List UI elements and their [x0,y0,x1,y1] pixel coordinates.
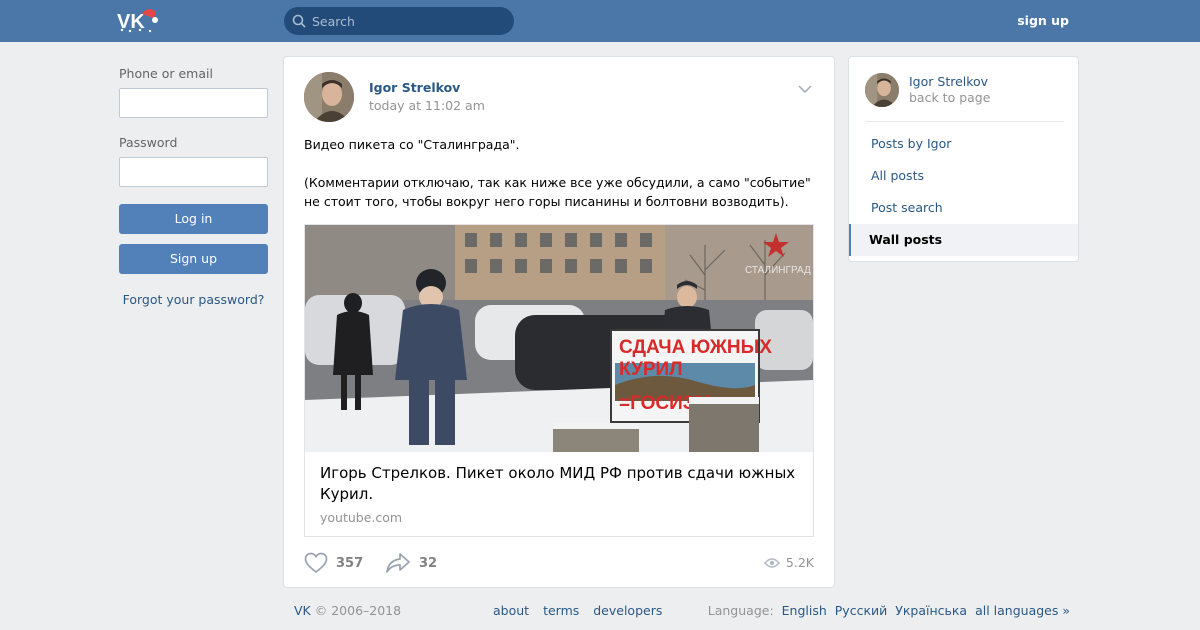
eye-icon [763,557,780,568]
placard-text: СДАЧА ЮЖНЫХ [619,337,772,358]
menu-item-posts-by-owner[interactable]: Posts by Igor [849,128,1078,160]
views-count: 5.2K [785,555,814,570]
page-side-menu: Igor Strelkov back to page Posts by Igor… [848,56,1079,262]
menu-item-wall-posts[interactable]: Wall posts [849,224,1078,256]
side-menu-list: Posts by Igor All posts Post search Wall… [849,128,1078,256]
views-counter: 5.2K [763,555,814,570]
footer-link-terms[interactable]: terms [543,603,579,618]
search-icon [292,14,306,28]
attachment-title[interactable]: Игорь Стрелков. Пикет около МИД РФ проти… [320,463,800,505]
post-text-line: (Комментарии отключаю, так как ниже все … [304,175,811,209]
language-ukrainian[interactable]: Українська [895,603,967,618]
footer-link-about[interactable]: about [493,603,529,618]
menu-item-post-search[interactable]: Post search [849,192,1078,224]
phone-label: Phone or email [119,66,213,81]
footer-copyright: VK © 2006–2018 [294,603,401,618]
post-author-link[interactable]: Igor Strelkov [369,80,460,95]
language-all[interactable]: all languages » [975,603,1070,618]
signup-link[interactable]: sign up [1017,13,1069,28]
footer-brand-link[interactable]: VK [294,603,311,618]
password-input[interactable] [119,157,268,187]
login-form: Phone or email Password Log in Sign up F… [119,66,268,307]
post-timestamp[interactable]: today at 11:02 am [369,98,485,113]
menu-item-all-posts[interactable]: All posts [849,160,1078,192]
post-text: Видео пикета со "Сталинграда". (Коммента… [304,135,814,211]
wall-post: Igor Strelkov today at 11:02 am Видео пи… [283,56,835,588]
video-attachment[interactable]: СДАЧА ЮЖНЫХ КУРИЛ =ГОСИЗМ СТАЛИНГРАД Иго… [304,224,814,537]
share-button[interactable]: 32 [385,552,437,574]
share-count: 32 [419,555,438,571]
share-icon [386,553,410,573]
side-avatar[interactable] [865,73,899,107]
side-author-link[interactable]: Igor Strelkov [909,74,988,89]
attachment-source: youtube.com [320,510,403,525]
phone-email-input[interactable] [119,88,268,118]
copyright-text: © 2006–2018 [314,603,402,618]
like-count: 357 [336,555,364,571]
placard-text: КУРИЛ [619,359,683,380]
password-label: Password [119,135,178,150]
vk-logo[interactable]: VK [116,6,164,34]
footer-link-developers[interactable]: developers [593,603,662,618]
heart-icon [304,552,328,574]
language-english[interactable]: English [782,603,827,618]
chevron-down-icon[interactable] [798,84,812,94]
like-button[interactable]: 357 [304,552,363,574]
forgot-password-link[interactable]: Forgot your password? [119,292,268,307]
top-header: VK sign up [0,0,1200,42]
divider [865,121,1064,122]
signup-button[interactable]: Sign up [119,244,268,274]
search-input[interactable] [312,13,502,29]
post-actions: 357 32 5.2K [304,552,814,576]
search-box[interactable] [284,7,514,35]
video-thumbnail[interactable]: СДАЧА ЮЖНЫХ КУРИЛ =ГОСИЗМ СТАЛИНГРАД [305,225,813,452]
page-footer: VK © 2006–2018 about terms developers La… [294,603,1070,621]
language-russian[interactable]: Русский [835,603,887,618]
footer-links: about terms developers [493,603,672,618]
login-button[interactable]: Log in [119,204,268,234]
back-to-page-link[interactable]: back to page [909,90,990,105]
author-avatar[interactable] [304,72,354,122]
language-label: Language: [707,603,774,618]
post-text-line: Видео пикета со "Сталинграда". [304,137,520,152]
watermark-text: СТАЛИНГРАД [745,265,811,276]
footer-languages: Language: English Русский Українська all… [708,603,1070,618]
